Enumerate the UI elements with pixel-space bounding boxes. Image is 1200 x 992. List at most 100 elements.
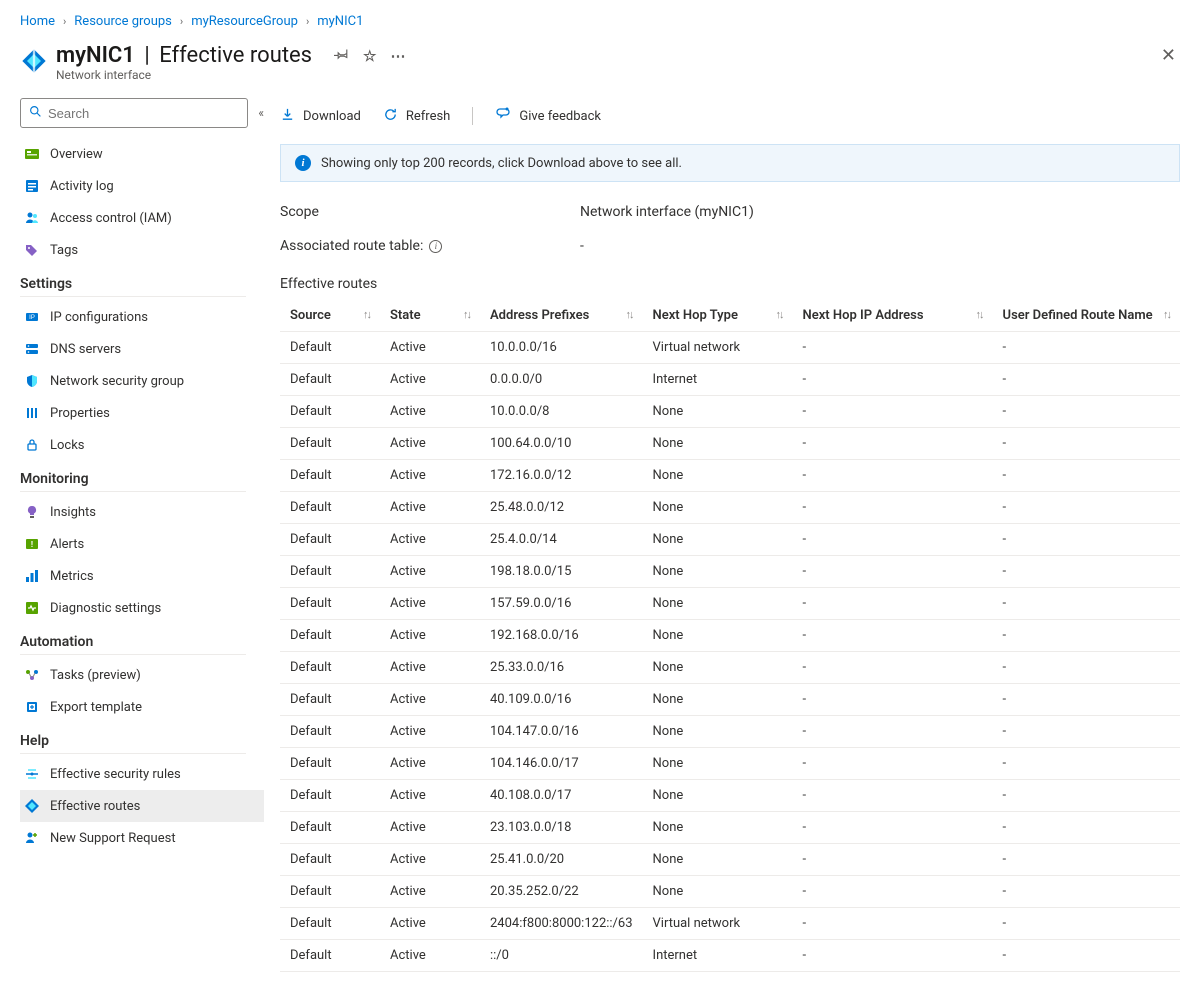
- sidebar-item-tasks[interactable]: Tasks (preview): [20, 659, 264, 691]
- sidebar-item-ip-configurations[interactable]: IPIP configurations: [20, 301, 264, 333]
- cell-hop_ip: -: [793, 780, 993, 812]
- breadcrumb-link[interactable]: myNIC1: [317, 14, 363, 29]
- table-row[interactable]: DefaultActive0.0.0.0/0Internet--: [280, 364, 1180, 396]
- table-row[interactable]: DefaultActive25.48.0.0/12None--: [280, 492, 1180, 524]
- sort-icon[interactable]: ↑↓: [976, 308, 983, 321]
- cell-udr_name: -: [993, 428, 1180, 460]
- cell-state: Active: [380, 684, 480, 716]
- cell-state: Active: [380, 876, 480, 908]
- cell-state: Active: [380, 780, 480, 812]
- breadcrumb-link[interactable]: Home: [20, 14, 55, 29]
- sort-icon[interactable]: ↑↓: [363, 308, 370, 321]
- table-row[interactable]: DefaultActive2404:f800:8000:122::/63Virt…: [280, 908, 1180, 940]
- activity-log-icon: [24, 178, 40, 194]
- feedback-button[interactable]: Give feedback: [495, 106, 601, 126]
- col-header-udr-name[interactable]: User Defined Route Name↑↓: [993, 300, 1180, 332]
- search-input-wrapper[interactable]: [20, 98, 248, 128]
- cell-source: Default: [280, 588, 380, 620]
- sidebar-item-label: Properties: [50, 406, 110, 421]
- cell-udr_name: -: [993, 652, 1180, 684]
- cell-prefix: 40.108.0.0/17: [480, 780, 643, 812]
- properties-icon: [24, 405, 40, 421]
- sidebar-item-dns-servers[interactable]: DNS servers: [20, 333, 264, 365]
- sort-icon[interactable]: ↑↓: [626, 308, 633, 321]
- toolbar-separator: [472, 107, 473, 125]
- close-icon[interactable]: ✕: [1161, 45, 1176, 66]
- info-tooltip-icon[interactable]: i: [429, 240, 442, 253]
- table-row[interactable]: DefaultActive25.4.0.0/14None--: [280, 524, 1180, 556]
- info-icon: i: [295, 155, 311, 171]
- cell-state: Active: [380, 492, 480, 524]
- search-icon: [29, 105, 42, 122]
- cell-state: Active: [380, 940, 480, 972]
- sidebar-item-nsg[interactable]: Network security group: [20, 365, 264, 397]
- refresh-button[interactable]: Refresh: [383, 107, 450, 126]
- table-row[interactable]: DefaultActive100.64.0.0/10None--: [280, 428, 1180, 460]
- col-header-source[interactable]: Source↑↓: [280, 300, 380, 332]
- pin-icon[interactable]: [334, 46, 349, 65]
- table-row[interactable]: DefaultActive172.16.0.0/12None--: [280, 460, 1180, 492]
- table-row[interactable]: DefaultActive25.33.0.0/16None--: [280, 652, 1180, 684]
- cell-udr_name: -: [993, 748, 1180, 780]
- sidebar-item-overview[interactable]: Overview: [20, 138, 264, 170]
- cell-state: Active: [380, 428, 480, 460]
- more-menu-icon[interactable]: ⋯: [391, 47, 406, 65]
- table-row[interactable]: DefaultActive40.108.0.0/17None--: [280, 780, 1180, 812]
- cell-prefix: 25.33.0.0/16: [480, 652, 643, 684]
- sort-icon[interactable]: ↑↓: [1163, 308, 1170, 321]
- table-row[interactable]: DefaultActive198.18.0.0/15None--: [280, 556, 1180, 588]
- table-row[interactable]: DefaultActive40.109.0.0/16None--: [280, 684, 1180, 716]
- tags-icon: [24, 242, 40, 258]
- sidebar-item-effective-routes[interactable]: Effective routes: [20, 790, 264, 822]
- cell-prefix: 172.16.0.0/12: [480, 460, 643, 492]
- page-subtitle: Network interface: [56, 68, 1180, 82]
- search-input[interactable]: [48, 106, 239, 121]
- feedback-label: Give feedback: [519, 109, 601, 124]
- table-row[interactable]: DefaultActive10.0.0.0/16Virtual network-…: [280, 332, 1180, 364]
- sort-icon[interactable]: ↑↓: [776, 308, 783, 321]
- table-row[interactable]: DefaultActive104.147.0.0/16None--: [280, 716, 1180, 748]
- sort-icon[interactable]: ↑↓: [463, 308, 470, 321]
- cell-hop_type: None: [643, 396, 793, 428]
- col-header-next-hop-type[interactable]: Next Hop Type↑↓: [643, 300, 793, 332]
- cell-source: Default: [280, 492, 380, 524]
- breadcrumb-link[interactable]: Resource groups: [74, 14, 172, 29]
- sidebar-item-metrics[interactable]: Metrics: [20, 560, 264, 592]
- sidebar-item-diagnostic[interactable]: Diagnostic settings: [20, 592, 264, 624]
- cell-prefix: 157.59.0.0/16: [480, 588, 643, 620]
- cell-state: Active: [380, 620, 480, 652]
- cell-hop_type: Virtual network: [643, 332, 793, 364]
- download-button[interactable]: Download: [280, 107, 361, 126]
- sidebar-item-alerts[interactable]: !Alerts: [20, 528, 264, 560]
- sidebar-item-insights[interactable]: Insights: [20, 496, 264, 528]
- cell-state: Active: [380, 364, 480, 396]
- cell-udr_name: -: [993, 332, 1180, 364]
- col-header-state[interactable]: State↑↓: [380, 300, 480, 332]
- table-row[interactable]: DefaultActive104.146.0.0/17None--: [280, 748, 1180, 780]
- sidebar-item-properties[interactable]: Properties: [20, 397, 264, 429]
- sidebar-item-access-control[interactable]: Access control (IAM): [20, 202, 264, 234]
- col-header-next-hop-ip[interactable]: Next Hop IP Address↑↓: [793, 300, 993, 332]
- cell-hop_ip: -: [793, 684, 993, 716]
- col-header-address-prefixes[interactable]: Address Prefixes↑↓: [480, 300, 643, 332]
- table-row[interactable]: DefaultActive::/0Internet--: [280, 940, 1180, 972]
- sidebar-item-tags[interactable]: Tags: [20, 234, 264, 266]
- cell-prefix: 192.168.0.0/16: [480, 620, 643, 652]
- sidebar-item-export-template[interactable]: Export template: [20, 691, 264, 723]
- table-row[interactable]: DefaultActive157.59.0.0/16None--: [280, 588, 1180, 620]
- cell-source: Default: [280, 396, 380, 428]
- table-row[interactable]: DefaultActive10.0.0.0/8None--: [280, 396, 1180, 428]
- table-row[interactable]: DefaultActive23.103.0.0/18None--: [280, 812, 1180, 844]
- sidebar-item-new-support[interactable]: New Support Request: [20, 822, 264, 854]
- cell-source: Default: [280, 908, 380, 940]
- table-row[interactable]: DefaultActive192.168.0.0/16None--: [280, 620, 1180, 652]
- cell-prefix: 40.109.0.0/16: [480, 684, 643, 716]
- sidebar-item-locks[interactable]: Locks: [20, 429, 264, 461]
- breadcrumb-link[interactable]: myResourceGroup: [191, 14, 298, 29]
- chevron-right-icon: ›: [180, 15, 183, 28]
- sidebar-item-activity-log[interactable]: Activity log: [20, 170, 264, 202]
- table-row[interactable]: DefaultActive20.35.252.0/22None--: [280, 876, 1180, 908]
- favorite-star-icon[interactable]: ☆: [363, 47, 376, 65]
- sidebar-item-effective-security-rules[interactable]: Effective security rules: [20, 758, 264, 790]
- table-row[interactable]: DefaultActive25.41.0.0/20None--: [280, 844, 1180, 876]
